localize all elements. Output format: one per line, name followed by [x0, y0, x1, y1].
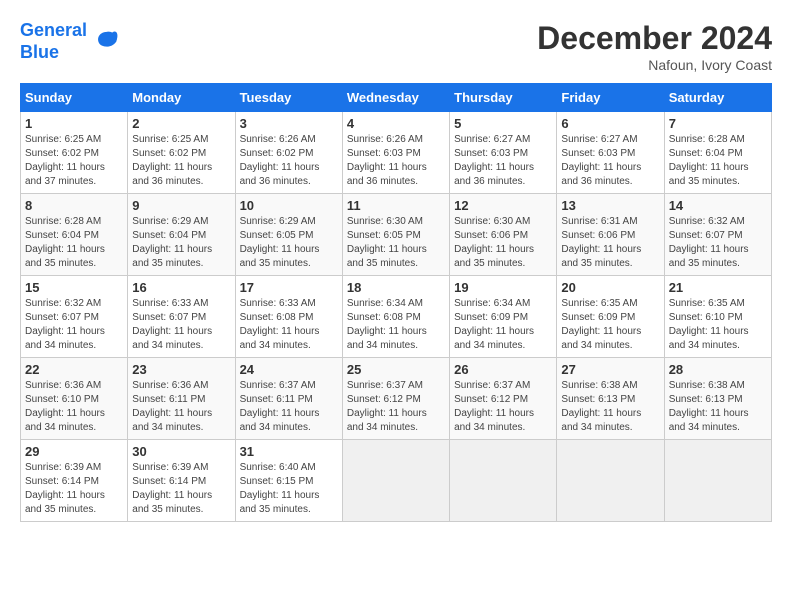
calendar-day: 29Sunrise: 6:39 AMSunset: 6:14 PMDayligh…: [21, 440, 128, 522]
col-header-monday: Monday: [128, 84, 235, 112]
calendar-day: 31Sunrise: 6:40 AMSunset: 6:15 PMDayligh…: [235, 440, 342, 522]
calendar-day: 3Sunrise: 6:26 AMSunset: 6:02 PMDaylight…: [235, 112, 342, 194]
col-header-thursday: Thursday: [450, 84, 557, 112]
calendar-day: 2Sunrise: 6:25 AMSunset: 6:02 PMDaylight…: [128, 112, 235, 194]
calendar-header-row: SundayMondayTuesdayWednesdayThursdayFrid…: [21, 84, 772, 112]
calendar-day: 18Sunrise: 6:34 AMSunset: 6:08 PMDayligh…: [342, 276, 449, 358]
calendar-day: 14Sunrise: 6:32 AMSunset: 6:07 PMDayligh…: [664, 194, 771, 276]
title-block: December 2024 Nafoun, Ivory Coast: [537, 20, 772, 73]
calendar-week-row: 22Sunrise: 6:36 AMSunset: 6:10 PMDayligh…: [21, 358, 772, 440]
calendar-day: 8Sunrise: 6:28 AMSunset: 6:04 PMDaylight…: [21, 194, 128, 276]
calendar-day: 15Sunrise: 6:32 AMSunset: 6:07 PMDayligh…: [21, 276, 128, 358]
calendar-day: 26Sunrise: 6:37 AMSunset: 6:12 PMDayligh…: [450, 358, 557, 440]
page-header: GeneralBlue December 2024 Nafoun, Ivory …: [20, 20, 772, 73]
calendar-day: 11Sunrise: 6:30 AMSunset: 6:05 PMDayligh…: [342, 194, 449, 276]
month-title: December 2024: [537, 20, 772, 57]
logo-icon: [91, 27, 121, 57]
calendar-day: 19Sunrise: 6:34 AMSunset: 6:09 PMDayligh…: [450, 276, 557, 358]
calendar-day: 23Sunrise: 6:36 AMSunset: 6:11 PMDayligh…: [128, 358, 235, 440]
calendar-week-row: 15Sunrise: 6:32 AMSunset: 6:07 PMDayligh…: [21, 276, 772, 358]
calendar-day: 25Sunrise: 6:37 AMSunset: 6:12 PMDayligh…: [342, 358, 449, 440]
calendar-day: 10Sunrise: 6:29 AMSunset: 6:05 PMDayligh…: [235, 194, 342, 276]
calendar-day: 13Sunrise: 6:31 AMSunset: 6:06 PMDayligh…: [557, 194, 664, 276]
calendar-day: 20Sunrise: 6:35 AMSunset: 6:09 PMDayligh…: [557, 276, 664, 358]
calendar-day: 17Sunrise: 6:33 AMSunset: 6:08 PMDayligh…: [235, 276, 342, 358]
logo: GeneralBlue: [20, 20, 121, 63]
col-header-wednesday: Wednesday: [342, 84, 449, 112]
calendar-day: 24Sunrise: 6:37 AMSunset: 6:11 PMDayligh…: [235, 358, 342, 440]
calendar-day: [450, 440, 557, 522]
calendar-table: SundayMondayTuesdayWednesdayThursdayFrid…: [20, 83, 772, 522]
calendar-day: [664, 440, 771, 522]
logo-text: GeneralBlue: [20, 20, 87, 63]
calendar-day: 6Sunrise: 6:27 AMSunset: 6:03 PMDaylight…: [557, 112, 664, 194]
calendar-day: 9Sunrise: 6:29 AMSunset: 6:04 PMDaylight…: [128, 194, 235, 276]
calendar-day: 16Sunrise: 6:33 AMSunset: 6:07 PMDayligh…: [128, 276, 235, 358]
location: Nafoun, Ivory Coast: [537, 57, 772, 73]
calendar-day: 27Sunrise: 6:38 AMSunset: 6:13 PMDayligh…: [557, 358, 664, 440]
calendar-day: 7Sunrise: 6:28 AMSunset: 6:04 PMDaylight…: [664, 112, 771, 194]
col-header-friday: Friday: [557, 84, 664, 112]
calendar-day: [342, 440, 449, 522]
col-header-tuesday: Tuesday: [235, 84, 342, 112]
calendar-day: 28Sunrise: 6:38 AMSunset: 6:13 PMDayligh…: [664, 358, 771, 440]
calendar-day: [557, 440, 664, 522]
calendar-day: 5Sunrise: 6:27 AMSunset: 6:03 PMDaylight…: [450, 112, 557, 194]
col-header-saturday: Saturday: [664, 84, 771, 112]
calendar-week-row: 29Sunrise: 6:39 AMSunset: 6:14 PMDayligh…: [21, 440, 772, 522]
calendar-day: 12Sunrise: 6:30 AMSunset: 6:06 PMDayligh…: [450, 194, 557, 276]
calendar-day: 4Sunrise: 6:26 AMSunset: 6:03 PMDaylight…: [342, 112, 449, 194]
calendar-week-row: 1Sunrise: 6:25 AMSunset: 6:02 PMDaylight…: [21, 112, 772, 194]
col-header-sunday: Sunday: [21, 84, 128, 112]
calendar-week-row: 8Sunrise: 6:28 AMSunset: 6:04 PMDaylight…: [21, 194, 772, 276]
calendar-day: 1Sunrise: 6:25 AMSunset: 6:02 PMDaylight…: [21, 112, 128, 194]
calendar-day: 21Sunrise: 6:35 AMSunset: 6:10 PMDayligh…: [664, 276, 771, 358]
calendar-day: 22Sunrise: 6:36 AMSunset: 6:10 PMDayligh…: [21, 358, 128, 440]
calendar-day: 30Sunrise: 6:39 AMSunset: 6:14 PMDayligh…: [128, 440, 235, 522]
